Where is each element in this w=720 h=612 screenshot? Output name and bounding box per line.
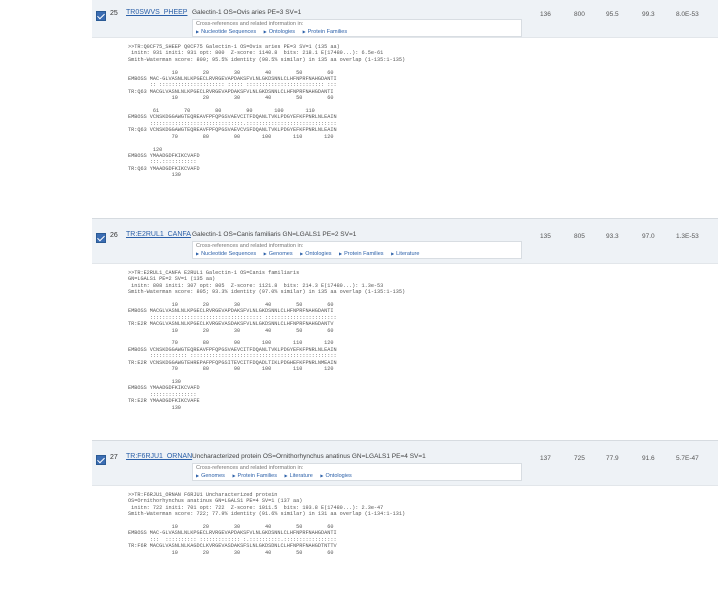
- hit-similarity: 99.3: [642, 11, 655, 18]
- hit-accession-link[interactable]: TR:E2RUL1_CANFA: [126, 231, 191, 238]
- xref-link-nucleotide-sequences[interactable]: Nucleotide Sequences: [196, 29, 256, 35]
- hit-header-25: 25 TR0SWVS_PHEEP Galectin-1 OS=Ovis arie…: [92, 0, 718, 38]
- hit-identity: 95.5: [606, 11, 619, 18]
- xref-link-genomes[interactable]: Genomes: [264, 251, 293, 257]
- cross-references-box: Cross-references and related information…: [192, 463, 522, 481]
- xref-link-nucleotide-sequences[interactable]: Nucleotide Sequences: [196, 251, 256, 257]
- hit-number: 25: [110, 10, 118, 17]
- hit-length: 137: [540, 455, 551, 462]
- hit-header-26: 26 TR:E2RUL1_CANFA Galectin-1 OS=Canis f…: [92, 218, 718, 264]
- search-results-list: 25 TR0SWVS_PHEEP Galectin-1 OS=Ovis arie…: [92, 0, 718, 612]
- alignment-text: >>TR:F6RJU1_ORNAN F6RJU1 Uncharacterized…: [128, 492, 406, 556]
- alignment-text: >>TR:Q0CF75_SHEEP Q0CF75 Galectin-1 OS=O…: [128, 44, 406, 179]
- hit-header-27: 27 TR:F6RJU1_ORNAN Uncharacterized prote…: [92, 440, 718, 486]
- hit-score: 805: [574, 233, 585, 240]
- hit-length: 135: [540, 233, 551, 240]
- cross-references-label: Cross-references and related information…: [196, 243, 304, 249]
- hit-score: 800: [574, 11, 585, 18]
- xref-link-genomes[interactable]: Genomes: [196, 473, 225, 479]
- cross-references-label: Cross-references and related information…: [196, 465, 304, 471]
- hit-evalue: 1.3E-53: [676, 233, 699, 240]
- cross-references-label: Cross-references and related information…: [196, 21, 304, 27]
- hit-number: 27: [110, 454, 118, 461]
- hit-length: 136: [540, 11, 551, 18]
- hit-accession-link[interactable]: TR:F6RJU1_ORNAN: [126, 453, 192, 460]
- hit-identity: 77.9: [606, 455, 619, 462]
- xref-link-ontologies[interactable]: Ontologies: [264, 29, 295, 35]
- cross-references-box: Cross-references and related information…: [192, 241, 522, 259]
- xref-link-ontologies[interactable]: Ontologies: [300, 251, 331, 257]
- hit-similarity: 91.6: [642, 455, 655, 462]
- hit-similarity: 97.0: [642, 233, 655, 240]
- xref-link-literature[interactable]: Literature: [285, 473, 313, 479]
- hit-select-checkbox-26[interactable]: [96, 233, 106, 243]
- hit-score: 725: [574, 455, 585, 462]
- xref-link-protein-families[interactable]: Protein Families: [232, 473, 277, 479]
- hit-select-checkbox-27[interactable]: [96, 455, 106, 465]
- hit-description: Uncharacterized protein OS=Ornithorhynch…: [192, 453, 426, 460]
- alignment-text: >>TR:E2RUL1_CANFA E2RUL1 Galectin-1 OS=C…: [128, 270, 406, 411]
- xref-link-ontologies[interactable]: Ontologies: [320, 473, 351, 479]
- hit-select-checkbox-25[interactable]: [96, 11, 106, 21]
- cross-references-box: Cross-references and related information…: [192, 19, 522, 37]
- hit-evalue: 8.0E-53: [676, 11, 699, 18]
- hit-evalue: 5.7E-47: [676, 455, 699, 462]
- hit-number: 26: [110, 232, 118, 239]
- xref-link-protein-families[interactable]: Protein Families: [339, 251, 384, 257]
- hit-description: Galectin-1 OS=Ovis aries PE=3 SV=1: [192, 9, 302, 16]
- hit-identity: 93.3: [606, 233, 619, 240]
- xref-link-literature[interactable]: Literature: [391, 251, 419, 257]
- xref-link-protein-families[interactable]: Protein Families: [303, 29, 348, 35]
- hit-description: Galectin-1 OS=Canis familiaris GN=LGALS1…: [192, 231, 357, 238]
- hit-accession-link[interactable]: TR0SWVS_PHEEP: [126, 9, 187, 16]
